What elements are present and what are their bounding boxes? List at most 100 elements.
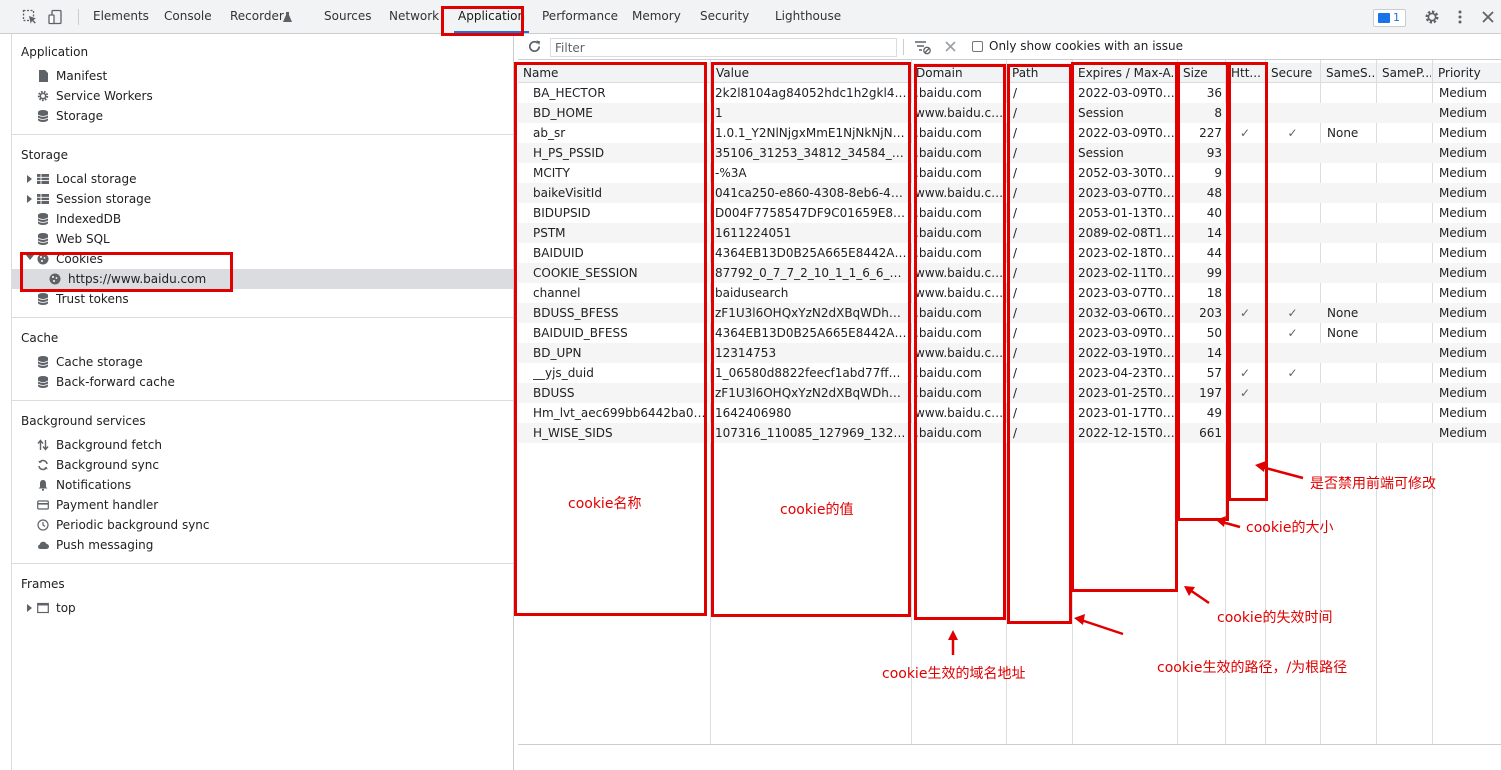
sidebar-header-frames: Frames xyxy=(21,577,65,591)
database-icon xyxy=(37,110,49,122)
cell-secure xyxy=(1266,103,1319,123)
cell-sameparty xyxy=(1383,283,1431,303)
credit-card-icon xyxy=(37,500,49,510)
annotation-box-httponly-column xyxy=(1228,62,1268,501)
tab-performance[interactable]: Performance xyxy=(542,0,618,33)
cell-samesite xyxy=(1327,343,1375,363)
cloud-icon xyxy=(38,541,49,549)
cell-samesite xyxy=(1327,83,1375,103)
filter-input[interactable] xyxy=(550,38,897,57)
cell-samesite xyxy=(1327,263,1375,283)
sidebar-divider xyxy=(12,134,513,135)
cell-secure: ✓ xyxy=(1287,126,1298,140)
cell-samesite xyxy=(1327,423,1375,443)
column-header-samesite[interactable]: SameS... xyxy=(1326,63,1375,83)
cookie-preview-strip xyxy=(518,744,1501,770)
expand-arrow-icon[interactable] xyxy=(27,175,32,183)
cell-priority: Medium xyxy=(1439,406,1487,420)
cell-secure xyxy=(1266,163,1319,183)
cell-priority: Medium xyxy=(1439,386,1487,400)
left-gutter xyxy=(0,34,12,770)
tab-lighthouse[interactable]: Lighthouse xyxy=(775,0,841,33)
sidebar-divider xyxy=(12,317,513,318)
issues-badge[interactable]: 1 xyxy=(1373,9,1406,27)
cell-priority: Medium xyxy=(1439,146,1487,160)
tab-security[interactable]: Security xyxy=(700,0,749,33)
cell-secure xyxy=(1266,263,1319,283)
cell-samesite xyxy=(1327,183,1375,203)
sidebar-header-storage: Storage xyxy=(21,148,68,162)
cell-samesite: None xyxy=(1327,326,1359,340)
gear-icon[interactable] xyxy=(1424,9,1440,25)
column-header-priority[interactable]: Priority xyxy=(1438,63,1499,83)
only-issues-checkbox[interactable] xyxy=(972,41,983,52)
up-down-arrows-icon xyxy=(37,439,49,451)
cell-samesite: None xyxy=(1327,126,1359,140)
expand-arrow-icon[interactable] xyxy=(27,604,32,612)
cell-samesite xyxy=(1327,103,1375,123)
sidebar-item-label: Notifications xyxy=(56,478,132,492)
cell-secure xyxy=(1266,383,1319,403)
cell-secure xyxy=(1266,423,1319,443)
clear-filtered-cookies-icon[interactable] xyxy=(914,39,931,55)
delete-selected-icon[interactable] xyxy=(945,41,956,52)
tab-elements[interactable]: Elements xyxy=(93,0,149,33)
tab-console[interactable]: Console xyxy=(164,0,212,33)
cell-secure: ✓ xyxy=(1287,366,1298,380)
device-toolbar-icon[interactable] xyxy=(48,9,64,25)
inspect-element-icon[interactable] xyxy=(22,9,38,25)
cell-priority: Medium xyxy=(1439,266,1487,280)
database-icon xyxy=(37,213,49,225)
sidebar-item-label: Service Workers xyxy=(56,89,153,103)
cell-secure xyxy=(1266,83,1319,103)
cell-secure xyxy=(1266,223,1319,243)
sidebar-divider xyxy=(12,400,513,401)
cell-sameparty xyxy=(1383,143,1431,163)
cell-secure xyxy=(1266,183,1319,203)
sidebar-item-label: Periodic background sync xyxy=(56,518,210,532)
cell-priority: Medium xyxy=(1439,306,1487,320)
sidebar-item-label: Payment handler xyxy=(56,498,159,512)
cell-samesite xyxy=(1327,243,1375,263)
kebab-menu-icon[interactable] xyxy=(1452,9,1468,25)
cell-samesite xyxy=(1327,203,1375,223)
sidebar-item-label: top xyxy=(56,601,76,615)
cell-sameparty xyxy=(1383,103,1431,123)
issues-count: 1 xyxy=(1393,11,1400,24)
toolbar-separator xyxy=(903,39,904,55)
tab-recorder[interactable]: Recorder xyxy=(230,0,284,33)
cell-secure xyxy=(1266,343,1319,363)
tab-memory[interactable]: Memory xyxy=(632,0,681,33)
recorder-flask-icon xyxy=(283,12,292,22)
annotation-size: cookie的大小 xyxy=(1246,520,1334,536)
annotation-domain: cookie生效的域名地址 xyxy=(882,666,1026,682)
annotation-box-cookies xyxy=(20,252,233,292)
cell-priority: Medium xyxy=(1439,346,1487,360)
tab-network[interactable]: Network xyxy=(389,0,439,33)
sidebar-item-label: Web SQL xyxy=(56,232,110,246)
frame-icon xyxy=(37,602,49,614)
grid-icon xyxy=(37,174,49,184)
sidebar-item-label: Trust tokens xyxy=(56,292,129,306)
tab-sources[interactable]: Sources xyxy=(324,0,371,33)
cell-sameparty xyxy=(1383,203,1431,223)
clock-icon xyxy=(37,519,49,531)
close-icon[interactable] xyxy=(1480,9,1496,25)
column-header-secure[interactable]: Secure xyxy=(1271,63,1319,83)
sidebar-item-label: Local storage xyxy=(56,172,137,186)
refresh-icon[interactable] xyxy=(527,39,542,54)
cell-samesite xyxy=(1327,283,1375,303)
column-header-sameparty[interactable]: SameP... xyxy=(1382,63,1431,83)
cell-secure: ✓ xyxy=(1287,306,1298,320)
grid-icon xyxy=(37,194,49,204)
annotation-box-domain-column xyxy=(914,64,1006,620)
annotation-box-path-column xyxy=(1007,64,1072,624)
cell-secure xyxy=(1266,243,1319,263)
annotation-name: cookie名称 xyxy=(568,496,642,512)
sidebar-divider xyxy=(12,563,513,564)
cell-priority: Medium xyxy=(1439,426,1487,440)
expand-arrow-icon[interactable] xyxy=(27,195,32,203)
sidebar-header-background-services: Background services xyxy=(21,414,146,428)
sidebar-item-label: Cache storage xyxy=(56,355,143,369)
cell-priority: Medium xyxy=(1439,206,1487,220)
